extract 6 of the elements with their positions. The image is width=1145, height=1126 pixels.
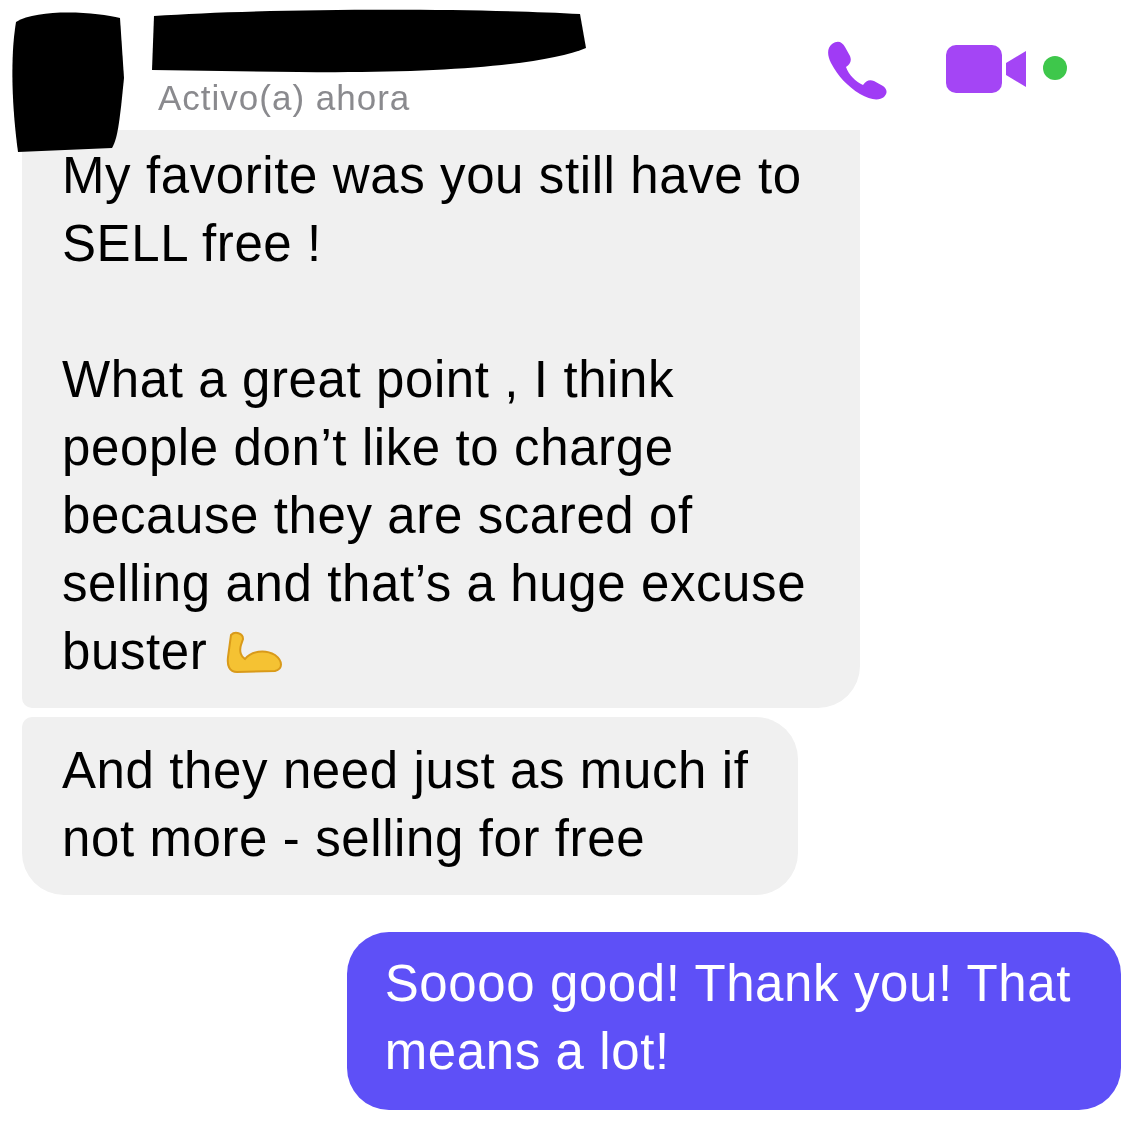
message-text: Soooo good! Thank you! That means a lot! xyxy=(384,955,1071,1080)
message-text: And they need just as much if not more - selling for free xyxy=(62,742,749,867)
message-text: What a great point , I think people don’t like to charge because they are scared of selling and that’s a huge excuse buster xyxy=(62,351,807,680)
video-camera-icon[interactable] xyxy=(946,45,1028,93)
message-text: My favorite was you still have to SELL free ! xyxy=(62,147,802,272)
status-text: Activo(a) ahora xyxy=(158,78,411,118)
